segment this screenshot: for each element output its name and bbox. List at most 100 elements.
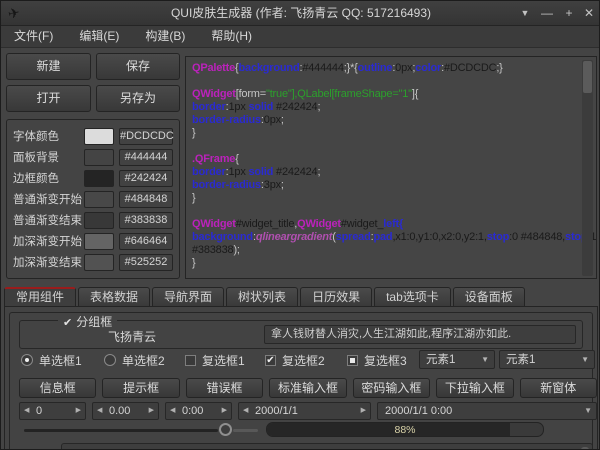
- slider-thumb[interactable]: [219, 423, 232, 436]
- color-row: 字体颜色#DCDCDC: [13, 127, 173, 145]
- save-as-button[interactable]: 另存为: [96, 85, 180, 112]
- code-token: 0px: [395, 62, 412, 74]
- spin-value: 0.00: [109, 403, 130, 419]
- bottom-text-frame[interactable]: 拿人钱财替人消灾,人生江湖如此,程序江湖亦如此.: [61, 443, 593, 450]
- color-hex-input[interactable]: #242424: [119, 170, 173, 187]
- new-button[interactable]: 新建: [6, 53, 91, 80]
- shade-window-icon[interactable]: ▼: [515, 1, 535, 26]
- menu-item-build[interactable]: 构建(B): [132, 26, 198, 47]
- checkbox-icon[interactable]: ✔: [265, 355, 276, 366]
- tip-box-button[interactable]: 提示框: [102, 378, 179, 398]
- new-window-button[interactable]: 新窗体: [520, 378, 597, 398]
- motto-input[interactable]: 拿人钱财替人消灾,人生江湖如此,程序江湖亦如此.: [264, 325, 576, 344]
- tab-nav-ui[interactable]: 导航界面: [152, 287, 224, 307]
- checkbox-label: 复选框1: [202, 352, 245, 369]
- dropdown-input-button[interactable]: 下拉输入框: [436, 378, 513, 398]
- checkbox-option-3[interactable]: 复选框3: [347, 352, 407, 368]
- groupbox-checkbox-icon[interactable]: ✔: [63, 316, 72, 329]
- code-token: 3px: [264, 179, 281, 191]
- code-token: ;}*{: [344, 62, 358, 74]
- color-swatch: [84, 212, 114, 229]
- error-box-button[interactable]: 错误框: [186, 378, 263, 398]
- checkbox-option-2[interactable]: ✔复选框2: [265, 352, 325, 368]
- password-input-button[interactable]: 密码输入框: [353, 378, 430, 398]
- menu-item-help[interactable]: 帮助(H): [198, 26, 265, 47]
- spin-up-icon[interactable]: ▶: [76, 403, 81, 419]
- radio-label: 单选框2: [122, 352, 165, 369]
- radio-option-1[interactable]: 单选框1: [21, 352, 82, 368]
- datetime-combobox[interactable]: ▼ 2000/1/1 0:00: [377, 402, 597, 420]
- checkbox-icon[interactable]: [185, 355, 196, 366]
- code-token: color: [415, 62, 441, 74]
- double-spinbox[interactable]: ◀ ▶ 0.00: [92, 402, 159, 420]
- code-token: );: [233, 244, 239, 256]
- editor-scrollbar[interactable]: [582, 60, 593, 276]
- radio-option-2[interactable]: 单选框2: [104, 352, 165, 368]
- element-combobox-1[interactable]: 元素1▼: [419, 350, 495, 369]
- menu-item-file[interactable]: 文件(F): [1, 26, 66, 47]
- spin-up-icon[interactable]: ▶: [361, 403, 366, 419]
- close-window-icon[interactable]: ✕: [579, 1, 599, 26]
- code-token: QWidget: [297, 218, 341, 230]
- info-box-button[interactable]: 信息框: [19, 378, 96, 398]
- demo-tab-bar: 常用组件表格数据导航界面树状列表日历效果tab选项卡设备面板: [4, 287, 527, 307]
- tab-tree-list[interactable]: 树状列表: [226, 287, 298, 307]
- save-button[interactable]: 保存: [96, 53, 180, 80]
- color-hex-input[interactable]: #646464: [119, 233, 173, 250]
- code-token: pad: [373, 231, 392, 243]
- color-hex-input[interactable]: #525252: [119, 254, 173, 271]
- spin-down-icon[interactable]: ◀: [24, 403, 29, 419]
- tab-common-widgets[interactable]: 常用组件: [4, 287, 76, 307]
- radio-icon[interactable]: [21, 354, 33, 366]
- code-token: background: [192, 231, 253, 243]
- code-token: }: [192, 127, 195, 139]
- time-spinbox[interactable]: ◀▶0:00: [165, 402, 232, 420]
- tab-calendar[interactable]: 日历效果: [300, 287, 372, 307]
- radio-label: 单选框1: [39, 352, 82, 369]
- code-token: border: [192, 101, 226, 113]
- date-spinbox[interactable]: ◀▶2000/1/1: [238, 402, 371, 420]
- minimize-window-icon[interactable]: —: [537, 1, 557, 26]
- spin-down-icon[interactable]: ◀: [97, 403, 102, 419]
- code-token: background: [239, 62, 300, 74]
- tab-tab-page[interactable]: tab选项卡: [374, 287, 451, 307]
- spin-value: 2000/1/1 0:00: [385, 403, 452, 419]
- tab-table-data[interactable]: 表格数据: [78, 287, 150, 307]
- color-swatch: [84, 233, 114, 250]
- title-bar[interactable]: ✈ QUI皮肤生成器 (作者: 飞扬青云 QQ: 517216493) ▼ — …: [1, 1, 600, 26]
- spin-down-icon[interactable]: ◀: [170, 403, 175, 419]
- maximize-window-icon[interactable]: +: [559, 1, 579, 26]
- radio-icon[interactable]: [104, 354, 116, 366]
- color-hex-input[interactable]: #DCDCDC: [119, 128, 173, 145]
- menu-item-edit[interactable]: 编辑(E): [66, 26, 132, 47]
- editor-scrollbar-thumb[interactable]: [583, 61, 592, 93]
- chevron-down-icon: ▼: [581, 351, 589, 369]
- code-token: left{: [383, 218, 403, 230]
- tab-device-panel[interactable]: 设备面板: [453, 287, 525, 307]
- int-spinbox[interactable]: ◀▶0: [19, 402, 86, 420]
- color-row: 普通渐变开始 #484848: [13, 190, 173, 208]
- open-button[interactable]: 打开: [6, 85, 91, 112]
- color-hex-input[interactable]: #484848: [119, 191, 173, 208]
- spin-up-icon[interactable]: ▶: [222, 403, 227, 419]
- color-row-label: 加深渐变结束: [13, 254, 84, 270]
- code-line: border-radius:0px;: [192, 114, 580, 127]
- checkbox-icon[interactable]: [347, 355, 358, 366]
- code-token: }: [192, 192, 195, 204]
- checkbox-option-1[interactable]: 复选框1: [185, 352, 245, 368]
- code-token: solid: [249, 166, 274, 178]
- element-combobox-2[interactable]: 元素1▼: [499, 350, 595, 369]
- color-swatch: [84, 191, 114, 208]
- code-token: stop: [487, 231, 509, 243]
- slider-track-empty: [233, 429, 258, 432]
- chevron-down-icon[interactable]: ▼: [584, 403, 592, 419]
- horizontal-slider[interactable]: [24, 423, 258, 437]
- spin-down-icon[interactable]: ◀: [243, 403, 248, 419]
- code-line: .QFrame{: [192, 153, 580, 166]
- qss-code-editor[interactable]: QPalette{background:#444444;}*{outline:0…: [185, 56, 597, 279]
- spin-up-icon[interactable]: ▶: [149, 403, 154, 419]
- color-hex-input[interactable]: #444444: [119, 149, 173, 166]
- color-row-label: 普通渐变开始: [13, 191, 84, 207]
- color-hex-input[interactable]: #383838: [119, 212, 173, 229]
- standard-input-button[interactable]: 标准输入框: [269, 378, 346, 398]
